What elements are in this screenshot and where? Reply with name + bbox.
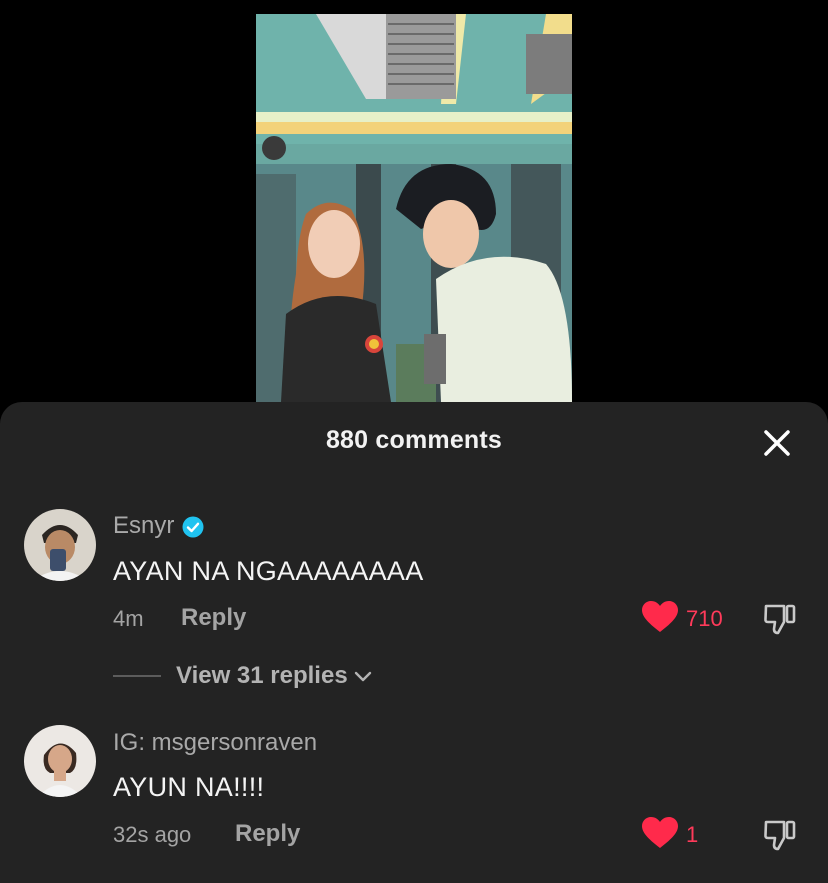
reply-button[interactable]: Reply bbox=[181, 604, 246, 632]
avatar-image bbox=[24, 725, 96, 797]
verified-icon bbox=[182, 516, 204, 538]
avatar-image bbox=[24, 509, 96, 581]
comment-timestamp: 4m bbox=[113, 606, 144, 631]
comment-timestamp: 32s ago bbox=[113, 822, 192, 847]
heart-icon bbox=[642, 601, 678, 632]
close-button[interactable] bbox=[758, 424, 796, 462]
comment-username[interactable]: Esnyr bbox=[113, 512, 204, 540]
video-preview[interactable] bbox=[256, 14, 572, 402]
video-frame-image bbox=[256, 14, 572, 402]
like-button[interactable] bbox=[642, 601, 678, 633]
comment-text: AYUN NA!!!! bbox=[113, 772, 265, 802]
comment-username[interactable]: IG: msgersonraven bbox=[113, 729, 317, 757]
like-count: 1 bbox=[686, 822, 699, 847]
dislike-button[interactable] bbox=[762, 600, 798, 636]
comment-text: AYAN NA NGAAAAAAAA bbox=[113, 556, 424, 586]
view-replies-label: View 31 replies bbox=[176, 662, 348, 689]
replies-divider bbox=[113, 675, 161, 677]
username-text: Esnyr bbox=[113, 512, 175, 539]
like-count: 710 bbox=[686, 606, 723, 631]
view-replies-button[interactable]: View 31 replies bbox=[176, 662, 372, 690]
chevron-down-icon bbox=[354, 671, 371, 681]
comments-count-title: 880 comments bbox=[325, 426, 503, 454]
dislike-button[interactable] bbox=[762, 816, 798, 852]
reply-button[interactable]: Reply bbox=[235, 820, 300, 848]
dislike-icon bbox=[764, 604, 796, 635]
like-button[interactable] bbox=[642, 817, 678, 849]
avatar[interactable] bbox=[24, 725, 96, 797]
close-icon bbox=[764, 430, 790, 456]
comments-sheet: 880 comments Esnyr AYAN NA NGAAAAAAAA 4m bbox=[0, 402, 828, 883]
heart-icon bbox=[642, 817, 678, 848]
dislike-icon bbox=[764, 820, 796, 851]
avatar[interactable] bbox=[24, 509, 96, 581]
